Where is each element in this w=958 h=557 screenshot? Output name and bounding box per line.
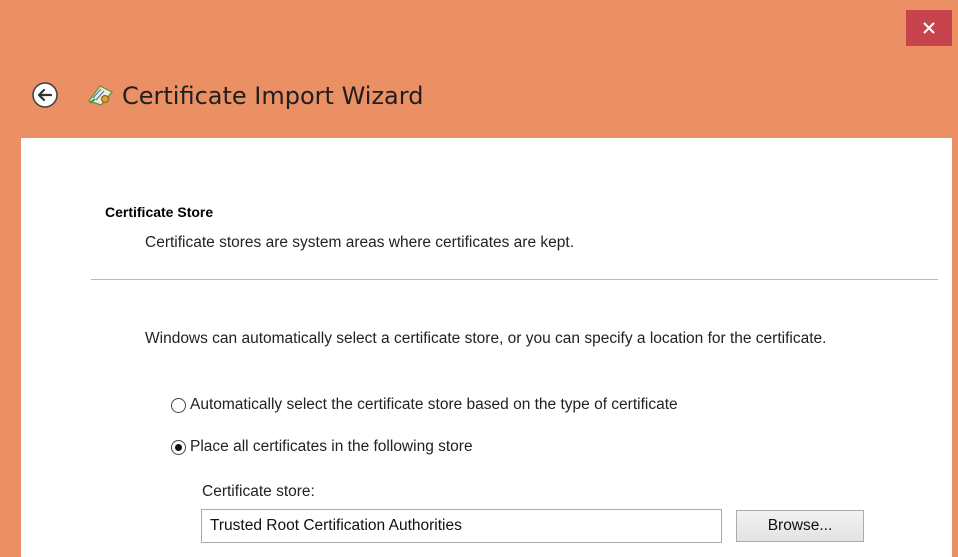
window-title: Certificate Import Wizard <box>122 82 424 110</box>
back-arrow-icon <box>32 82 58 108</box>
radio-selected-dot <box>175 443 182 451</box>
back-button[interactable] <box>30 80 60 110</box>
section-description: Certificate stores are system areas wher… <box>145 234 574 251</box>
certificate-store-field[interactable]: Trusted Root Certification Authorities <box>201 509 722 543</box>
close-icon <box>923 22 935 34</box>
place-in-store-radio-option[interactable]: Place all certificates in the following … <box>171 438 473 456</box>
certificate-icon <box>86 80 114 108</box>
wizard-content: Certificate Store Certificate stores are… <box>21 138 952 557</box>
instructions-text: Windows can automatically select a certi… <box>145 330 827 347</box>
wizard-header: Certificate Import Wizard <box>0 62 958 128</box>
header-divider <box>91 279 938 280</box>
auto-select-radio[interactable] <box>171 397 186 413</box>
auto-select-label: Automatically select the certificate sto… <box>190 396 678 413</box>
auto-select-radio-option[interactable]: Automatically select the certificate sto… <box>171 396 678 414</box>
place-in-store-radio[interactable] <box>171 439 186 455</box>
section-title: Certificate Store <box>105 204 214 220</box>
wizard-window: Certificate Import Wizard Certificate St… <box>0 0 958 557</box>
certificate-store-label: Certificate store: <box>202 483 315 500</box>
place-in-store-label: Place all certificates in the following … <box>190 438 473 455</box>
close-button[interactable] <box>906 10 952 46</box>
browse-button[interactable]: Browse... <box>736 510 864 542</box>
